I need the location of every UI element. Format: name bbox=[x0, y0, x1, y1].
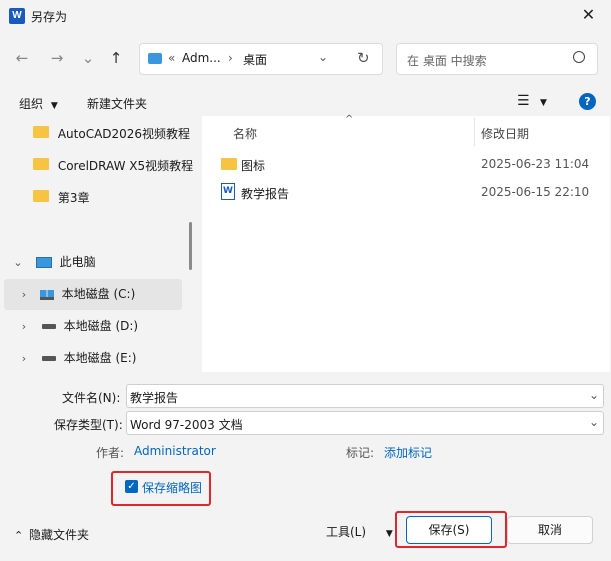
file-row[interactable]: 图标 2025-06-23 11:04 bbox=[218, 154, 608, 176]
title-bar: W 另存为 ✕ bbox=[0, 0, 611, 32]
save-button[interactable]: 保存(S) bbox=[406, 516, 492, 544]
sidebar-item-label: 此电脑 bbox=[59, 255, 96, 269]
help-icon[interactable]: ? bbox=[579, 93, 596, 110]
list-view-icon: ☰ bbox=[517, 93, 530, 109]
save-type-label: 保存类型(T): bbox=[54, 418, 123, 432]
sidebar-item-autocad[interactable]: AutoCAD2026视频教程 bbox=[33, 120, 190, 148]
breadcrumb-admin[interactable]: Adm... bbox=[182, 51, 221, 65]
sidebar-item-label: 本地磁盘 (C:) bbox=[61, 287, 136, 301]
toolbar: 组织 ▼ 新建文件夹 ☰ ▼ ? bbox=[0, 88, 611, 116]
word-app-icon: W bbox=[9, 8, 25, 24]
sidebar-item-label: 第3章 bbox=[57, 191, 90, 205]
breadcrumb-overflow[interactable]: « bbox=[168, 51, 175, 65]
chevron-right-icon: › bbox=[21, 320, 27, 333]
desktop-location-icon bbox=[148, 53, 162, 64]
sidebar-item-label: CorelDRAW X5视频教程 bbox=[57, 159, 194, 173]
save-type-value: Word 97-2003 文档 bbox=[130, 418, 243, 432]
file-row[interactable]: W 教学报告 2025-06-15 22:10 bbox=[218, 182, 608, 204]
recent-locations-button[interactable]: ⌄ bbox=[76, 46, 100, 70]
author-label: 作者: bbox=[96, 446, 125, 460]
organize-label: 组织 bbox=[19, 97, 44, 111]
chevron-down-icon[interactable]: ⌄ bbox=[589, 388, 599, 402]
close-button[interactable]: ✕ bbox=[566, 0, 611, 32]
thumbnail-checkbox[interactable]: ✓ bbox=[125, 480, 138, 493]
search-input[interactable]: 在 桌面 中搜索 bbox=[407, 52, 487, 69]
computer-icon bbox=[35, 257, 52, 268]
thumbnail-label[interactable]: 保存缩略图 bbox=[142, 479, 202, 496]
filename-field[interactable]: 教学报告 ⌄ bbox=[126, 384, 604, 408]
sidebar-item-label: AutoCAD2026视频教程 bbox=[57, 127, 191, 141]
hide-folders-label: 隐藏文件夹 bbox=[29, 528, 90, 542]
window-title: 另存为 bbox=[31, 10, 68, 24]
refresh-button[interactable]: ↻ bbox=[357, 49, 370, 67]
file-date: 2025-06-23 11:04 bbox=[481, 157, 590, 171]
sidebar-item-drive-e[interactable]: › 本地磁盘 (E:) bbox=[18, 344, 137, 372]
file-list-pane: ^ 名称 修改日期 图标 2025-06-23 11:04 W 教学报告 202… bbox=[202, 114, 610, 372]
save-type-select[interactable]: Word 97-2003 文档 ⌄ bbox=[126, 411, 604, 435]
tags-label: 标记: bbox=[346, 446, 375, 460]
sidebar-item-label: 本地磁盘 (D:) bbox=[63, 319, 139, 333]
chevron-down-icon: ⌄ bbox=[13, 256, 23, 269]
chevron-right-icon: › bbox=[21, 352, 27, 365]
folder-icon bbox=[221, 158, 237, 170]
chevron-right-icon: › bbox=[21, 288, 27, 301]
sort-ascending-icon: ^ bbox=[345, 114, 354, 125]
caret-down-icon: ▼ bbox=[385, 529, 393, 539]
tools-button[interactable]: 工具(L) ▼ bbox=[326, 523, 393, 540]
new-folder-button[interactable]: 新建文件夹 bbox=[87, 95, 147, 112]
nav-pane-scrollbar[interactable] bbox=[189, 222, 192, 270]
filename-label: 文件名(N): bbox=[62, 391, 121, 405]
up-button[interactable]: ↑ bbox=[104, 46, 128, 70]
sidebar-item-drive-d[interactable]: › 本地磁盘 (D:) bbox=[18, 312, 138, 340]
organize-button[interactable]: 组织 ▼ bbox=[19, 95, 58, 112]
sidebar-item-this-pc[interactable]: ⌄ 此电脑 bbox=[12, 248, 96, 276]
add-tags-link[interactable]: 添加标记 bbox=[384, 444, 432, 461]
address-dropdown-icon[interactable]: ⌄ bbox=[318, 50, 328, 64]
search-box[interactable]: 在 桌面 中搜索 bbox=[396, 43, 598, 75]
forward-button[interactable]: → bbox=[45, 46, 69, 70]
view-options-button[interactable]: ☰ ▼ bbox=[517, 93, 547, 109]
folder-icon bbox=[33, 158, 49, 170]
drive-icon bbox=[41, 356, 56, 361]
breadcrumb-desktop[interactable]: 桌面 bbox=[243, 51, 267, 68]
chevron-up-icon: ⌃ bbox=[14, 529, 24, 542]
sidebar-item-drive-c[interactable]: › 本地磁盘 (C:) bbox=[4, 279, 182, 310]
filename-input[interactable]: 教学报告 bbox=[130, 389, 178, 406]
hide-folders-toggle[interactable]: ⌃ 隐藏文件夹 bbox=[14, 526, 89, 543]
word-document-icon: W bbox=[221, 183, 235, 200]
caret-down-icon: ▼ bbox=[540, 98, 547, 108]
column-header-name[interactable]: 名称 bbox=[233, 125, 257, 142]
breadcrumb-chevron-icon: › bbox=[228, 51, 233, 65]
sidebar-item-chapter3[interactable]: 第3章 bbox=[33, 184, 89, 212]
column-divider bbox=[474, 118, 475, 146]
column-header-date[interactable]: 修改日期 bbox=[481, 125, 529, 142]
tools-label: 工具(L) bbox=[326, 525, 367, 539]
drive-icon bbox=[41, 324, 56, 329]
sidebar-item-coreldraw[interactable]: CorelDRAW X5视频教程 bbox=[33, 152, 193, 180]
windows-drive-icon bbox=[39, 289, 54, 300]
author-value[interactable]: Administrator bbox=[134, 444, 216, 458]
caret-down-icon: ▼ bbox=[50, 101, 58, 111]
folder-icon bbox=[33, 126, 49, 138]
file-date: 2025-06-15 22:10 bbox=[481, 185, 590, 199]
file-name: 图标 bbox=[241, 159, 266, 173]
sidebar-item-label: 本地磁盘 (E:) bbox=[63, 351, 137, 365]
chevron-down-icon: ⌄ bbox=[589, 415, 600, 429]
folder-icon bbox=[33, 190, 49, 202]
file-name: 教学报告 bbox=[241, 187, 290, 201]
address-bar[interactable]: « Adm... › 桌面 ⌄ ↻ bbox=[139, 43, 383, 75]
cancel-button[interactable]: 取消 bbox=[507, 516, 593, 544]
navigation-pane: AutoCAD2026视频教程 CorelDRAW X5视频教程 第3章 ⌄ 此… bbox=[0, 116, 196, 372]
search-icon bbox=[573, 51, 585, 63]
back-button[interactable]: ← bbox=[10, 46, 34, 70]
